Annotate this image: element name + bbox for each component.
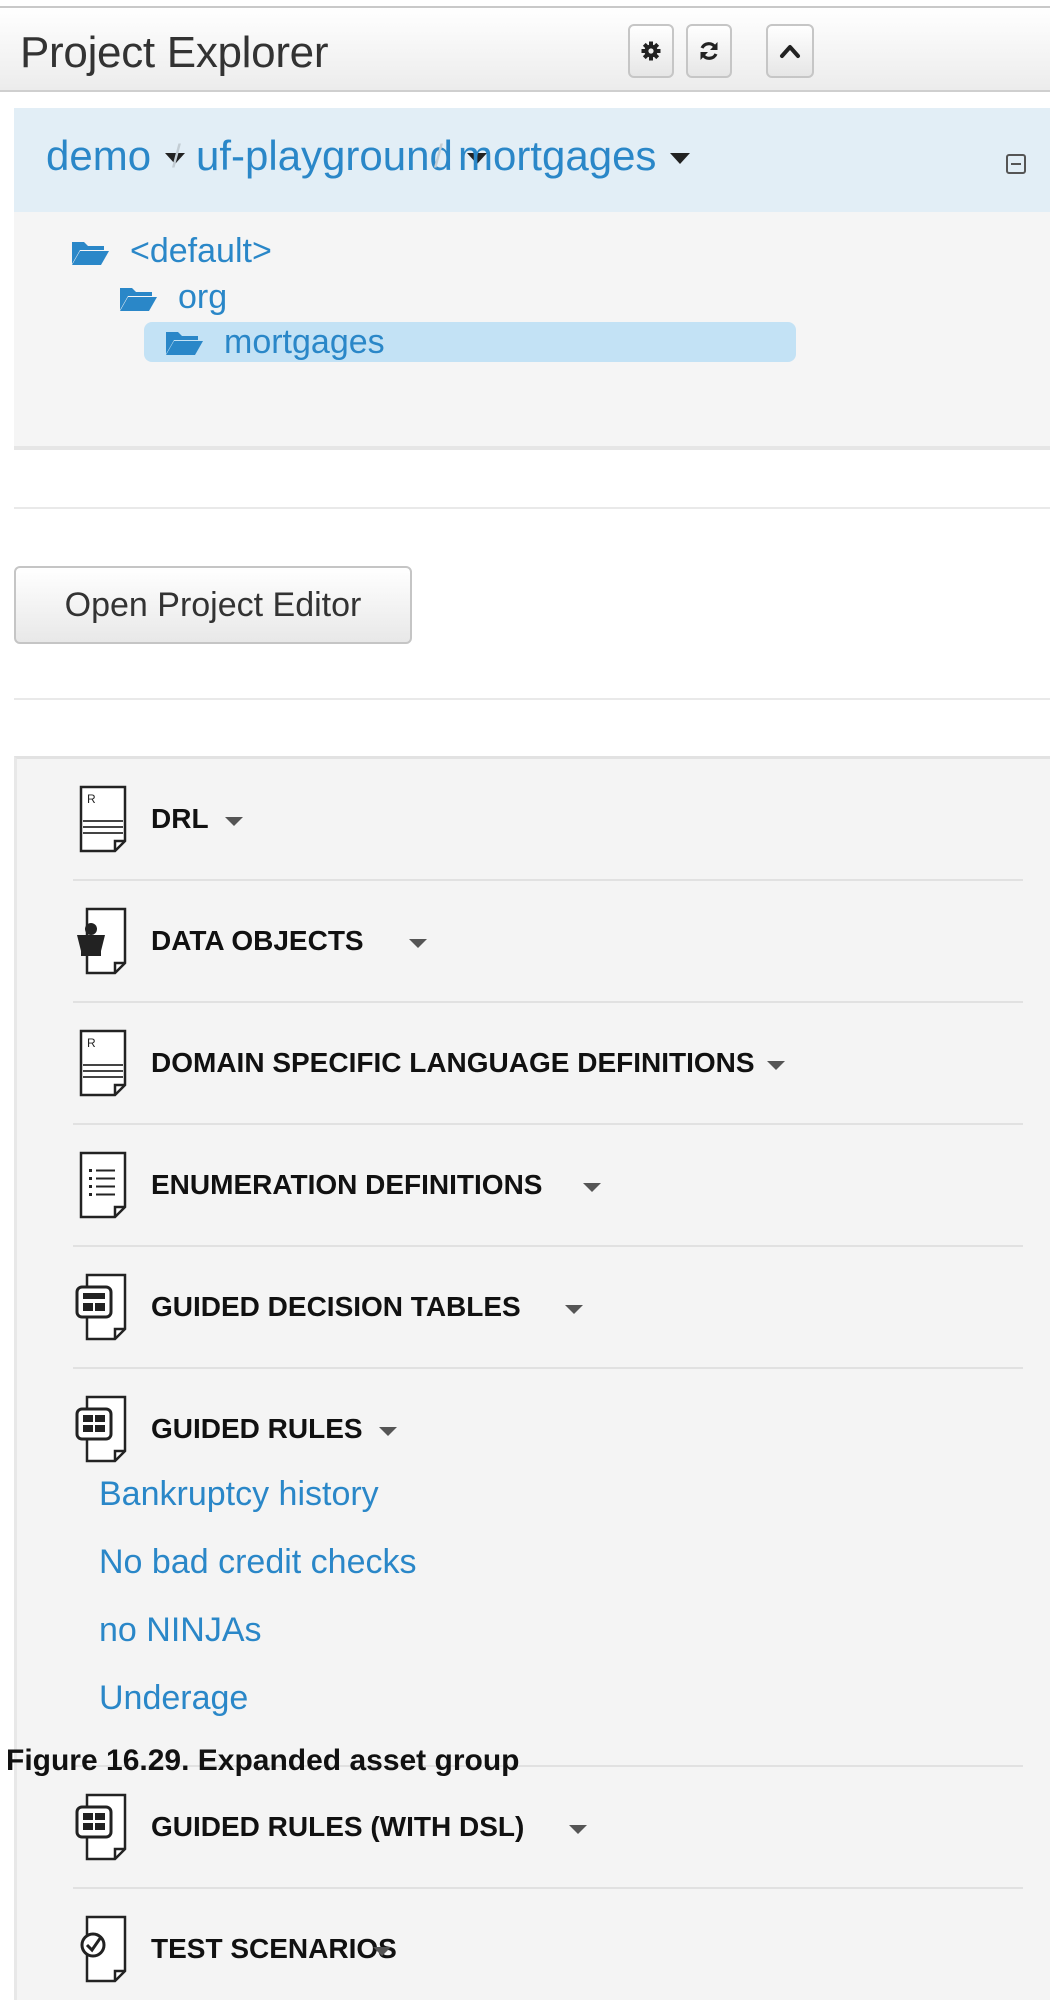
folder-open-icon	[72, 241, 109, 265]
figure-caption: Figure 16.29. Expanded asset group	[6, 1744, 520, 1777]
asset-group-data-objects[interactable]: DATA OBJECTS	[57, 881, 1023, 1003]
collapse-icon[interactable]	[1006, 154, 1026, 174]
tree-node-label: org	[178, 278, 228, 316]
asset-item-no-bad-credit-checks[interactable]: No bad credit checks	[99, 1543, 417, 1582]
folder-open-icon	[166, 332, 203, 355]
divider	[14, 698, 1050, 700]
breadcrumb-separator: /	[172, 138, 181, 174]
caret-down-icon	[565, 1305, 583, 1314]
asset-group-label: DATA OBJECTS	[151, 925, 364, 956]
caret-down-icon	[379, 1427, 397, 1436]
breadcrumb-label: mortgages	[458, 132, 657, 179]
caret-down-icon	[225, 817, 243, 826]
breadcrumb-organization[interactable]: demo	[46, 132, 186, 180]
decision-table-file-icon	[75, 1273, 127, 1341]
guided-rule-file-icon	[75, 1395, 127, 1463]
asset-group-enumerations[interactable]: ENUMERATION DEFINITIONS	[57, 1125, 1023, 1247]
asset-group-label: DOMAIN SPECIFIC LANGUAGE DEFINITIONS	[151, 1047, 755, 1078]
asset-group-drl[interactable]: R DRL	[57, 759, 1023, 881]
svg-text:R: R	[87, 1036, 96, 1050]
breadcrumb-label: demo	[46, 132, 152, 179]
refresh-icon	[700, 42, 718, 60]
divider	[14, 507, 1050, 509]
svg-text:R: R	[87, 792, 96, 806]
open-project-editor-button[interactable]: Open Project Editor	[14, 566, 412, 644]
chevron-up-icon	[780, 45, 800, 58]
folder-open-icon	[120, 287, 157, 311]
enumeration-file-icon	[79, 1151, 127, 1219]
caret-down-icon	[569, 1825, 587, 1834]
asset-group-guided-rules-dsl[interactable]: GUIDED RULES (WITH DSL)	[57, 1767, 1023, 1889]
breadcrumb: demo / uf-playground / mortgages	[14, 108, 1050, 212]
asset-item-underage[interactable]: Underage	[99, 1679, 248, 1718]
asset-item-no-ninjas[interactable]: no NINJAs	[99, 1611, 262, 1650]
asset-group-label: TEST SCENARIOS	[151, 1933, 397, 1964]
collapse-panel-button[interactable]	[766, 24, 814, 78]
panel-title: Project Explorer	[20, 28, 329, 77]
dsl-file-icon: R	[79, 1029, 127, 1097]
data-object-file-icon	[77, 907, 127, 975]
asset-group-label: ENUMERATION DEFINITIONS	[151, 1169, 543, 1200]
breadcrumb-repository[interactable]: uf-playground	[196, 132, 487, 180]
caret-down-icon	[373, 1947, 391, 1956]
caret-down-icon	[583, 1183, 601, 1192]
asset-group-guided-rules[interactable]: GUIDED RULES	[57, 1369, 1023, 1471]
breadcrumb-project[interactable]: mortgages	[458, 132, 691, 180]
caret-down-icon	[767, 1061, 785, 1070]
asset-group-label: GUIDED DECISION TABLES	[151, 1291, 521, 1322]
asset-group-label: GUIDED RULES	[151, 1413, 363, 1444]
tree-node-default[interactable]: <default>	[70, 232, 272, 271]
breadcrumb-label: uf-playground	[196, 132, 453, 179]
tree-node-mortgages[interactable]: mortgages	[144, 322, 796, 362]
guided-rule-dsl-file-icon	[75, 1793, 127, 1861]
project-explorer-header: Project Explorer	[0, 8, 1050, 92]
package-tree: <default> org mortgages	[14, 212, 1050, 450]
refresh-button[interactable]	[686, 24, 732, 78]
caret-down-icon	[670, 152, 691, 164]
asset-group-label: GUIDED RULES (WITH DSL)	[151, 1811, 525, 1842]
breadcrumb-separator: /	[434, 138, 443, 174]
asset-group-dsl[interactable]: R DOMAIN SPECIFIC LANGUAGE DEFINITIONS	[57, 1003, 1023, 1125]
tree-node-label: <default>	[130, 232, 272, 270]
drl-file-icon: R	[79, 785, 127, 853]
asset-group-decision-tables[interactable]: GUIDED DECISION TABLES	[57, 1247, 1023, 1369]
asset-item-bankruptcy-history[interactable]: Bankruptcy history	[99, 1475, 379, 1514]
gear-icon	[641, 41, 661, 61]
tree-node-org[interactable]: org	[118, 278, 227, 317]
tree-node-label: mortgages	[224, 322, 385, 361]
settings-button[interactable]	[628, 24, 674, 78]
asset-group-label: DRL	[151, 803, 209, 834]
test-scenario-file-icon	[80, 1915, 127, 1983]
asset-group-test-scenarios[interactable]: TEST SCENARIOS	[57, 1889, 1023, 2011]
asset-groups-panel: R DRL DATA OBJECTS R DOMAIN SPECIFIC LAN…	[14, 756, 1050, 2000]
caret-down-icon	[409, 939, 427, 948]
